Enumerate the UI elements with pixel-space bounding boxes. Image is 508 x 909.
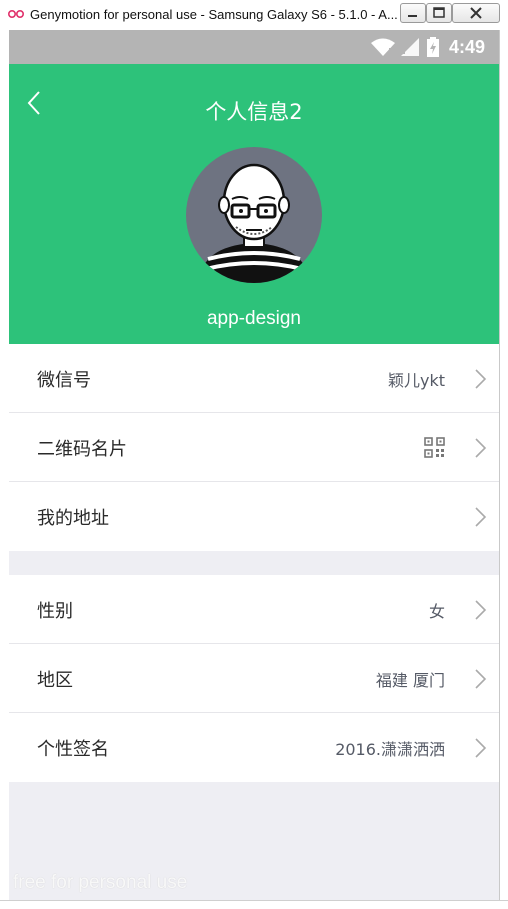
profile-header: 个人信息2 app-design [9, 64, 499, 344]
row-region[interactable]: 地区 福建 厦门 [9, 644, 499, 713]
row-value: 女 [428, 602, 445, 621]
chevron-right-icon [475, 438, 487, 458]
row-label: 性别 [37, 601, 73, 622]
chevron-right-icon [475, 669, 487, 689]
row-wechat-id[interactable]: 微信号 颖儿ykt [9, 344, 499, 413]
row-label: 地区 [37, 670, 73, 691]
username: app-design [206, 308, 302, 329]
chevron-right-icon [475, 507, 487, 527]
chevron-right-icon [475, 369, 487, 389]
settings-group-account: 微信号 颖儿ykt 二维码名片 我的地址 [9, 344, 499, 551]
window-title: Genymotion for personal use - Samsung Ga… [30, 7, 398, 22]
chevron-right-icon [475, 600, 487, 620]
row-my-address[interactable]: 我的地址 [9, 482, 499, 551]
status-time: 4:49 [448, 36, 485, 57]
minimize-icon [408, 15, 417, 17]
row-signature[interactable]: 个性签名 2016.潇潇洒洒 [9, 713, 499, 782]
row-label: 我的地址 [37, 508, 109, 529]
close-button[interactable] [452, 3, 500, 23]
row-label: 个性签名 [37, 739, 109, 760]
window-titlebar: Genymotion for personal use - Samsung Ga… [0, 0, 508, 31]
qr-code-icon [424, 437, 445, 458]
row-label: 二维码名片 [37, 439, 127, 460]
battery-icon [426, 37, 439, 57]
wifi-icon [370, 38, 395, 56]
maximize-icon [433, 7, 445, 18]
page-title: 个人信息2 [205, 100, 303, 124]
close-icon [470, 7, 482, 19]
row-gender[interactable]: 性别 女 [9, 575, 499, 644]
row-value: 颖儿ykt [387, 371, 445, 390]
row-value: 2016.潇潇洒洒 [335, 740, 445, 759]
avatar-illustration [204, 163, 304, 283]
chevron-right-icon [475, 738, 487, 758]
phone-screen: 4:49 个人信息2 app-design 微信号 颖儿ykt 二维码名片 我的… [9, 30, 499, 900]
genymotion-logo-icon [8, 10, 24, 18]
row-label: 微信号 [37, 370, 91, 391]
status-bar: 4:49 [9, 30, 499, 64]
settings-group-profile: 性别 女 地区 福建 厦门 个性签名 2016.潇潇洒洒 [9, 575, 499, 782]
window-frame-right [499, 30, 508, 908]
row-qr-card[interactable]: 二维码名片 [9, 413, 499, 482]
maximize-button[interactable] [426, 3, 452, 23]
minimize-button[interactable] [400, 3, 426, 23]
watermark-text: free for personal use [13, 872, 188, 893]
row-value: 福建 厦门 [375, 671, 445, 690]
avatar[interactable] [186, 147, 322, 283]
signal-icon [400, 38, 419, 56]
